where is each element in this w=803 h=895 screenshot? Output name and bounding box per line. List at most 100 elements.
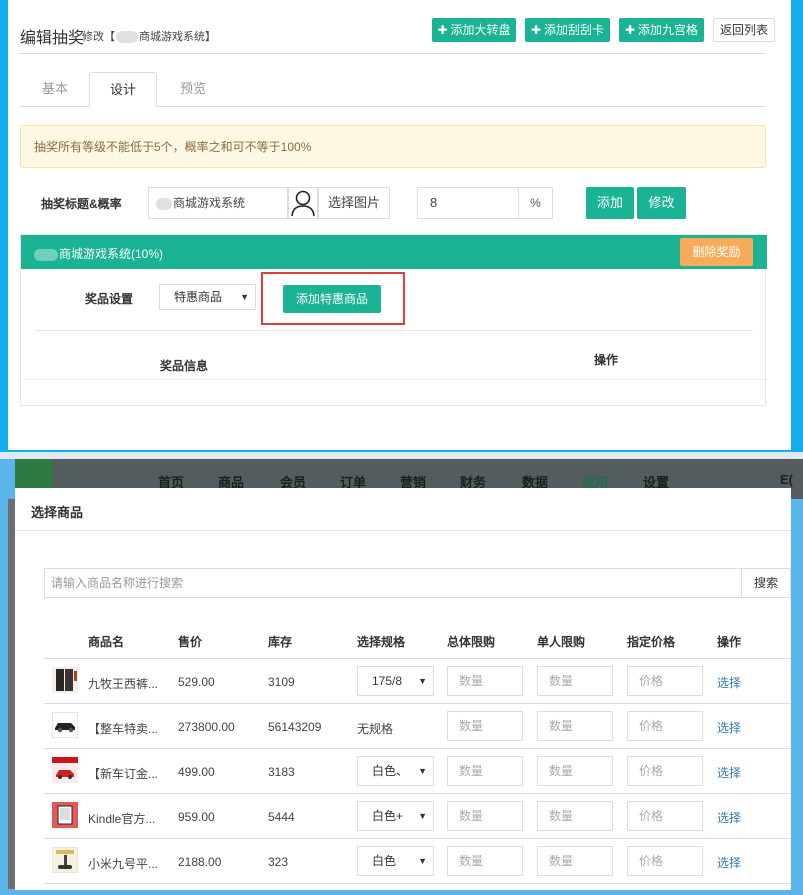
per-user-limit-input[interactable]: 数量 <box>537 846 613 876</box>
percent-addon: % <box>519 187 553 219</box>
goods-row: 小米九号平... 2188.00 323 白色 ▼ 数量 数量 价格 选择 <box>44 839 791 884</box>
highlight-box: 添加特惠商品 <box>261 272 405 325</box>
fixed-price-input[interactable]: 价格 <box>627 756 703 786</box>
fixed-price-input[interactable]: 价格 <box>627 711 703 741</box>
page-header: 编辑抽奖 修改【 商城游戏系统】 ✚ 添加大转盘 ✚ 添加刮刮卡 ✚ 添加九宫格 返回列… <box>18 0 775 54</box>
spec-select[interactable]: 175/8 ▼ <box>357 666 434 696</box>
spec-select[interactable]: 白色 ▼ <box>357 846 434 876</box>
product-price: 2188.00 <box>178 855 222 869</box>
total-limit-input[interactable]: 数量 <box>447 846 523 876</box>
add-wheel-button[interactable]: ✚ 添加大转盘 <box>432 18 516 42</box>
blurred-text <box>116 31 138 44</box>
select-goods-link[interactable]: 选择 <box>717 809 741 826</box>
divider <box>21 379 767 380</box>
per-user-limit-input[interactable]: 数量 <box>537 756 613 786</box>
product-stock: 5444 <box>268 810 295 824</box>
probability-input[interactable]: 8 <box>417 187 519 219</box>
per-user-limit-input[interactable]: 数量 <box>537 711 613 741</box>
add-level-button[interactable]: 添加 <box>586 187 634 219</box>
product-thumbnail <box>52 667 78 693</box>
spec-value: 白色 <box>372 854 397 868</box>
image-preview <box>288 187 318 219</box>
page-subtitle: 修改【 商城游戏系统】 <box>82 28 216 44</box>
fixed-price-input[interactable]: 价格 <box>627 666 703 696</box>
prize-op-column-header: 操作 <box>594 353 619 367</box>
caret-down-icon: ▼ <box>418 856 427 866</box>
product-name: 小米九号平... <box>88 857 159 871</box>
total-limit-input[interactable]: 数量 <box>447 666 523 696</box>
search-button[interactable]: 搜索 <box>742 568 791 598</box>
spec-select[interactable]: 白色+ ▼ <box>357 801 434 831</box>
select-goods-link[interactable]: 选择 <box>717 854 741 871</box>
spec-value: 白色+ <box>372 809 404 823</box>
prize-setting-label: 奖品设置 <box>85 292 134 306</box>
add-scratch-card-label: 添加刮刮卡 <box>544 23 605 37</box>
add-special-goods-button[interactable]: 添加特惠商品 <box>283 285 381 313</box>
tab-basic[interactable]: 基本 <box>20 72 90 107</box>
lottery-edit-panel: 编辑抽奖 修改【 商城游戏系统】 ✚ 添加大转盘 ✚ 添加刮刮卡 ✚ 添加九宫格 返回列… <box>8 0 791 450</box>
divider <box>35 330 753 331</box>
edit-level-button[interactable]: 修改 <box>637 187 686 219</box>
per-user-limit-input[interactable]: 数量 <box>537 666 613 696</box>
nav-item-overflow[interactable]: E( <box>780 472 793 487</box>
col-per-user-limit: 单人限购 <box>537 635 586 649</box>
prize-panel-heading: 商城游戏系统(10%) 删除奖励 <box>21 235 767 269</box>
divider <box>15 530 791 531</box>
blurred-text <box>34 248 58 261</box>
prize-heading-text: 商城游戏系统(10%) <box>33 245 163 262</box>
spec-text: 无规格 <box>357 722 394 736</box>
plus-icon: ✚ <box>624 23 636 37</box>
product-stock: 323 <box>268 855 289 869</box>
select-goods-link[interactable]: 选择 <box>717 719 741 736</box>
lottery-title-input[interactable]: 商城游戏系统 <box>148 187 288 219</box>
add-nine-grid-label: 添加九宫格 <box>638 23 699 37</box>
product-name: 【整车特卖... <box>88 722 159 736</box>
goods-row: 【新车订金... 499.00 3183 白色、 ▼ 数量 数量 价格 选择 <box>44 749 791 794</box>
separator-strip <box>0 452 803 459</box>
add-nine-grid-button[interactable]: ✚ 添加九宫格 <box>619 18 704 42</box>
blurred-text <box>156 197 172 210</box>
back-to-list-button[interactable]: 返回列表 <box>713 18 775 42</box>
tab-preview[interactable]: 预览 <box>158 72 228 107</box>
modal-title: 选择商品 <box>31 505 84 520</box>
product-stock: 3183 <box>268 765 295 779</box>
total-limit-input[interactable]: 数量 <box>447 756 523 786</box>
col-fixed-price: 指定价格 <box>627 635 676 649</box>
delete-reward-button[interactable]: 删除奖励 <box>680 238 753 266</box>
goods-search-input[interactable]: 请输入商品名称进行搜索 <box>44 568 742 598</box>
fixed-price-input[interactable]: 价格 <box>627 846 703 876</box>
product-thumbnail <box>51 711 79 739</box>
total-limit-input[interactable]: 数量 <box>447 711 523 741</box>
title-probability-label: 抽奖标题&概率 <box>41 197 122 211</box>
tab-bar: 基本 设计 预览 <box>20 72 766 107</box>
product-name: 【新车订金... <box>88 767 159 781</box>
add-scratch-card-button[interactable]: ✚ 添加刮刮卡 <box>525 18 610 42</box>
product-thumbnail <box>52 757 78 783</box>
page-title: 编辑抽奖 <box>20 30 85 47</box>
goods-table-header: 商品名 售价 库存 选择规格 总体限购 单人限购 指定价格 操作 <box>44 633 791 659</box>
choose-image-button[interactable]: 选择图片 <box>318 187 390 219</box>
goods-row: 【整车特卖... 273800.00 56143209 无规格 数量 数量 价格 选择 <box>44 704 791 749</box>
subtitle-prefix: 修改【 <box>82 31 115 43</box>
title-probability-row: 抽奖标题&概率 商城游戏系统 选择图片 8 % 添加 修改 <box>20 186 766 220</box>
per-user-limit-input[interactable]: 数量 <box>537 801 613 831</box>
prize-type-select[interactable]: 特惠商品 ▼ <box>159 284 256 310</box>
goods-row: 九牧王西裤... 529.00 3109 175/8 ▼ 数量 数量 价格 选择 <box>44 659 791 704</box>
add-wheel-label: 添加大转盘 <box>450 23 511 37</box>
col-price: 售价 <box>178 635 203 649</box>
plus-icon: ✚ <box>530 23 542 37</box>
spec-value: 白色、 <box>372 764 409 778</box>
fixed-price-input[interactable]: 价格 <box>627 801 703 831</box>
col-spec: 选择规格 <box>357 635 406 649</box>
caret-down-icon: ▼ <box>418 676 427 686</box>
total-limit-input[interactable]: 数量 <box>447 801 523 831</box>
prize-panel: 商城游戏系统(10%) 删除奖励 奖品设置 特惠商品 ▼ 添加特惠商品 奖品信息 … <box>20 234 767 406</box>
spec-select[interactable]: 白色、 ▼ <box>357 756 434 786</box>
goods-row: Kindle官方... 959.00 5444 白色+ ▼ 数量 数量 价格 选择 <box>44 794 791 839</box>
product-price: 499.00 <box>178 765 215 779</box>
tab-design[interactable]: 设计 <box>89 72 157 107</box>
select-goods-link[interactable]: 选择 <box>717 764 741 781</box>
select-goods-link[interactable]: 选择 <box>717 674 741 691</box>
prize-heading-label: 商城游戏系统(10%) <box>59 247 164 261</box>
spec-value: 175/8 <box>372 674 403 688</box>
